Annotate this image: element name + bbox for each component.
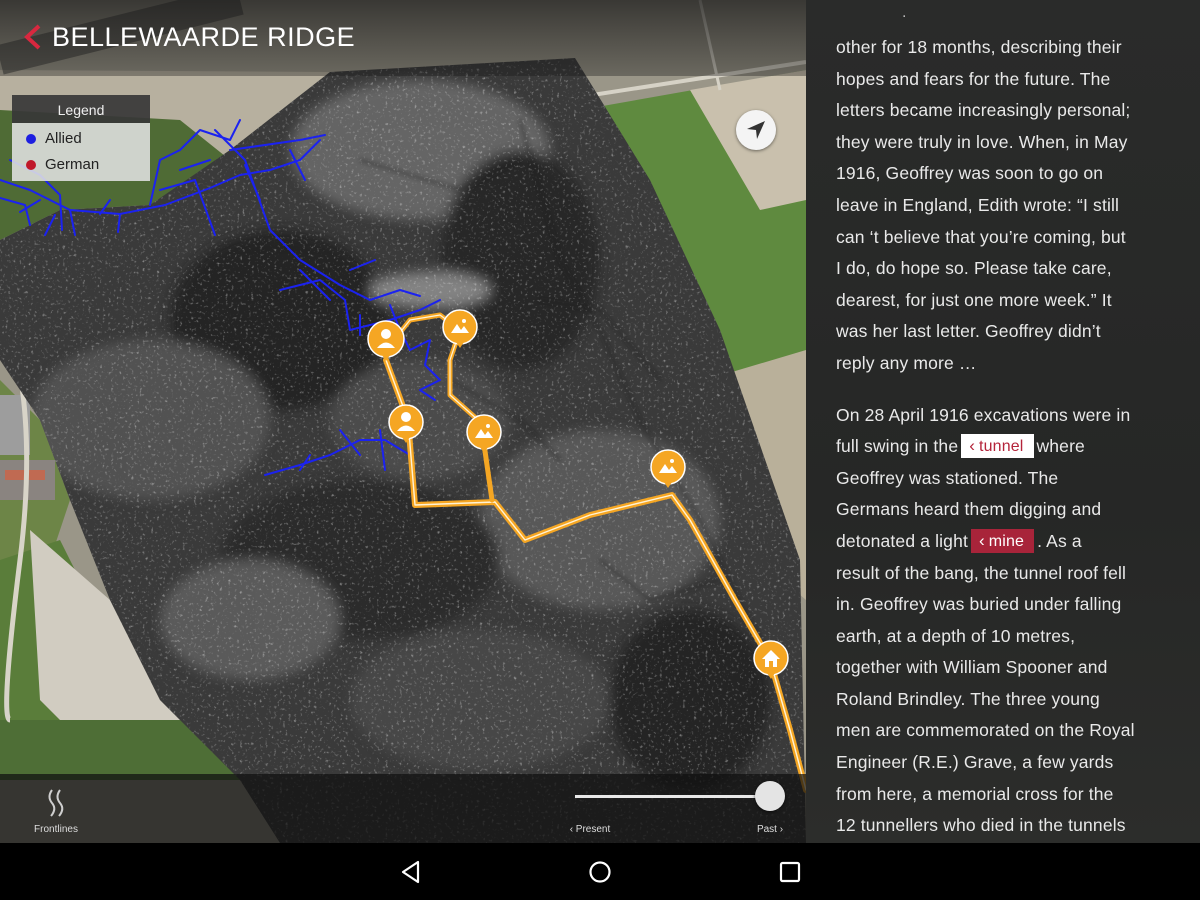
legend-label: Allied	[45, 130, 82, 147]
recents-square-icon[interactable]	[777, 859, 803, 885]
story-line: Roland Brindley. The three young	[836, 688, 1100, 709]
story-line: they were truly in love. When, in May	[836, 131, 1128, 152]
story-line: letters became increasingly personal;	[836, 100, 1131, 121]
story-text-span: detonated a light	[836, 530, 968, 551]
story-text-span: where	[1036, 436, 1085, 457]
tunnel-link[interactable]: ‹ tunnel	[961, 434, 1034, 459]
story-panel[interactable]: . other for 18 months, describing their h…	[806, 0, 1200, 843]
legend-title: Legend	[12, 95, 150, 123]
navigation-arrow-icon	[747, 121, 765, 139]
mine-link[interactable]: ‹ mine	[970, 528, 1035, 553]
legend-label: German	[45, 156, 100, 173]
frontlines-label[interactable]: Frontlines	[28, 824, 84, 835]
back-triangle-icon[interactable]	[398, 859, 424, 885]
chevron-left-icon: ‹	[969, 436, 976, 456]
story-text: other for 18 months, describing their hop…	[836, 32, 1181, 842]
story-line: full swing in the ‹ tunnel where	[836, 431, 1181, 463]
tunnel-link-label: tunnel	[979, 438, 1024, 456]
story-line: On 28 April 1916 excavations were in	[836, 404, 1131, 425]
story-line: 12 tunnellers who died in the tunnels	[836, 815, 1126, 836]
top-bar: BELLEWAARDE RIDGE	[0, 0, 806, 76]
story-line: Engineer (R.E.) Grave, a few yards	[836, 752, 1114, 773]
story-paragraph-1: other for 18 months, describing their hop…	[836, 32, 1181, 380]
story-line: other for 18 months, describing their	[836, 37, 1122, 57]
app-root: BELLEWAARDE RIDGE Legend Allied German F…	[0, 0, 1200, 843]
story-line: from here, a memorial cross for the	[836, 783, 1114, 804]
locate-me-button[interactable]	[736, 110, 776, 150]
timeline-slider-thumb[interactable]	[755, 781, 785, 811]
page-title: BELLEWAARDE RIDGE	[52, 22, 356, 52]
chevron-left-icon: ‹	[978, 530, 985, 550]
timeline-bar: Frontlines ‹ Present Past ›	[0, 774, 806, 843]
story-line: result of the bang, the tunnel roof fell	[836, 562, 1127, 583]
story-line: can ‘t believe that you’re coming, but	[836, 226, 1126, 247]
timeline-slider-track[interactable]	[575, 795, 770, 798]
story-line: earth, at a depth of 10 metres,	[836, 625, 1076, 646]
story-line: was her last letter. Geoffrey didn’t	[836, 321, 1101, 342]
legend-body: Allied German	[12, 123, 150, 181]
story-line: men are commemorated on the Royal	[836, 720, 1135, 741]
system-nav-bar	[0, 843, 1200, 900]
mine-link-label: mine	[988, 532, 1025, 550]
allied-dot-icon	[26, 134, 36, 144]
story-paragraph-2: On 28 April 1916 excavations were in ful…	[836, 400, 1181, 842]
story-line: hopes and fears for the future. The	[836, 68, 1111, 89]
legend-item-allied: Allied	[12, 126, 150, 152]
home-circle-icon[interactable]	[587, 859, 613, 885]
story-text-span: full swing in the	[836, 436, 959, 457]
story-line: detonated a light ‹ mine. As a	[836, 526, 1181, 558]
legend-item-german: German	[12, 152, 150, 178]
german-dot-icon	[26, 160, 36, 170]
story-top-mark: .	[902, 4, 907, 21]
present-label[interactable]: ‹ Present	[550, 824, 630, 835]
story-text-span: . As a	[1037, 530, 1082, 551]
story-line: together with William Spooner and	[836, 657, 1108, 678]
story-line: in. Geoffrey was buried under falling	[836, 594, 1122, 615]
frontlines-icon[interactable]	[44, 788, 68, 818]
past-label[interactable]: Past ›	[740, 824, 800, 835]
map-legend: Legend Allied German	[12, 95, 150, 181]
story-line: leave in England, Edith wrote: “I still	[836, 194, 1120, 215]
story-line: reply any more …	[836, 352, 977, 373]
story-line: Geoffrey was stationed. The	[836, 467, 1059, 488]
story-line: dearest, for just one more week.” It	[836, 289, 1112, 310]
map-view[interactable]: BELLEWAARDE RIDGE Legend Allied German F…	[0, 0, 806, 843]
story-line: I do, do hope so. Please take care,	[836, 258, 1112, 279]
back-chevron-icon[interactable]	[22, 24, 44, 50]
story-line: Germans heard them digging and	[836, 499, 1102, 520]
story-paragraph-2-rest: result of the bang, the tunnel roof fell…	[836, 558, 1181, 842]
story-line: 1916, Geoffrey was soon to go on	[836, 163, 1104, 184]
